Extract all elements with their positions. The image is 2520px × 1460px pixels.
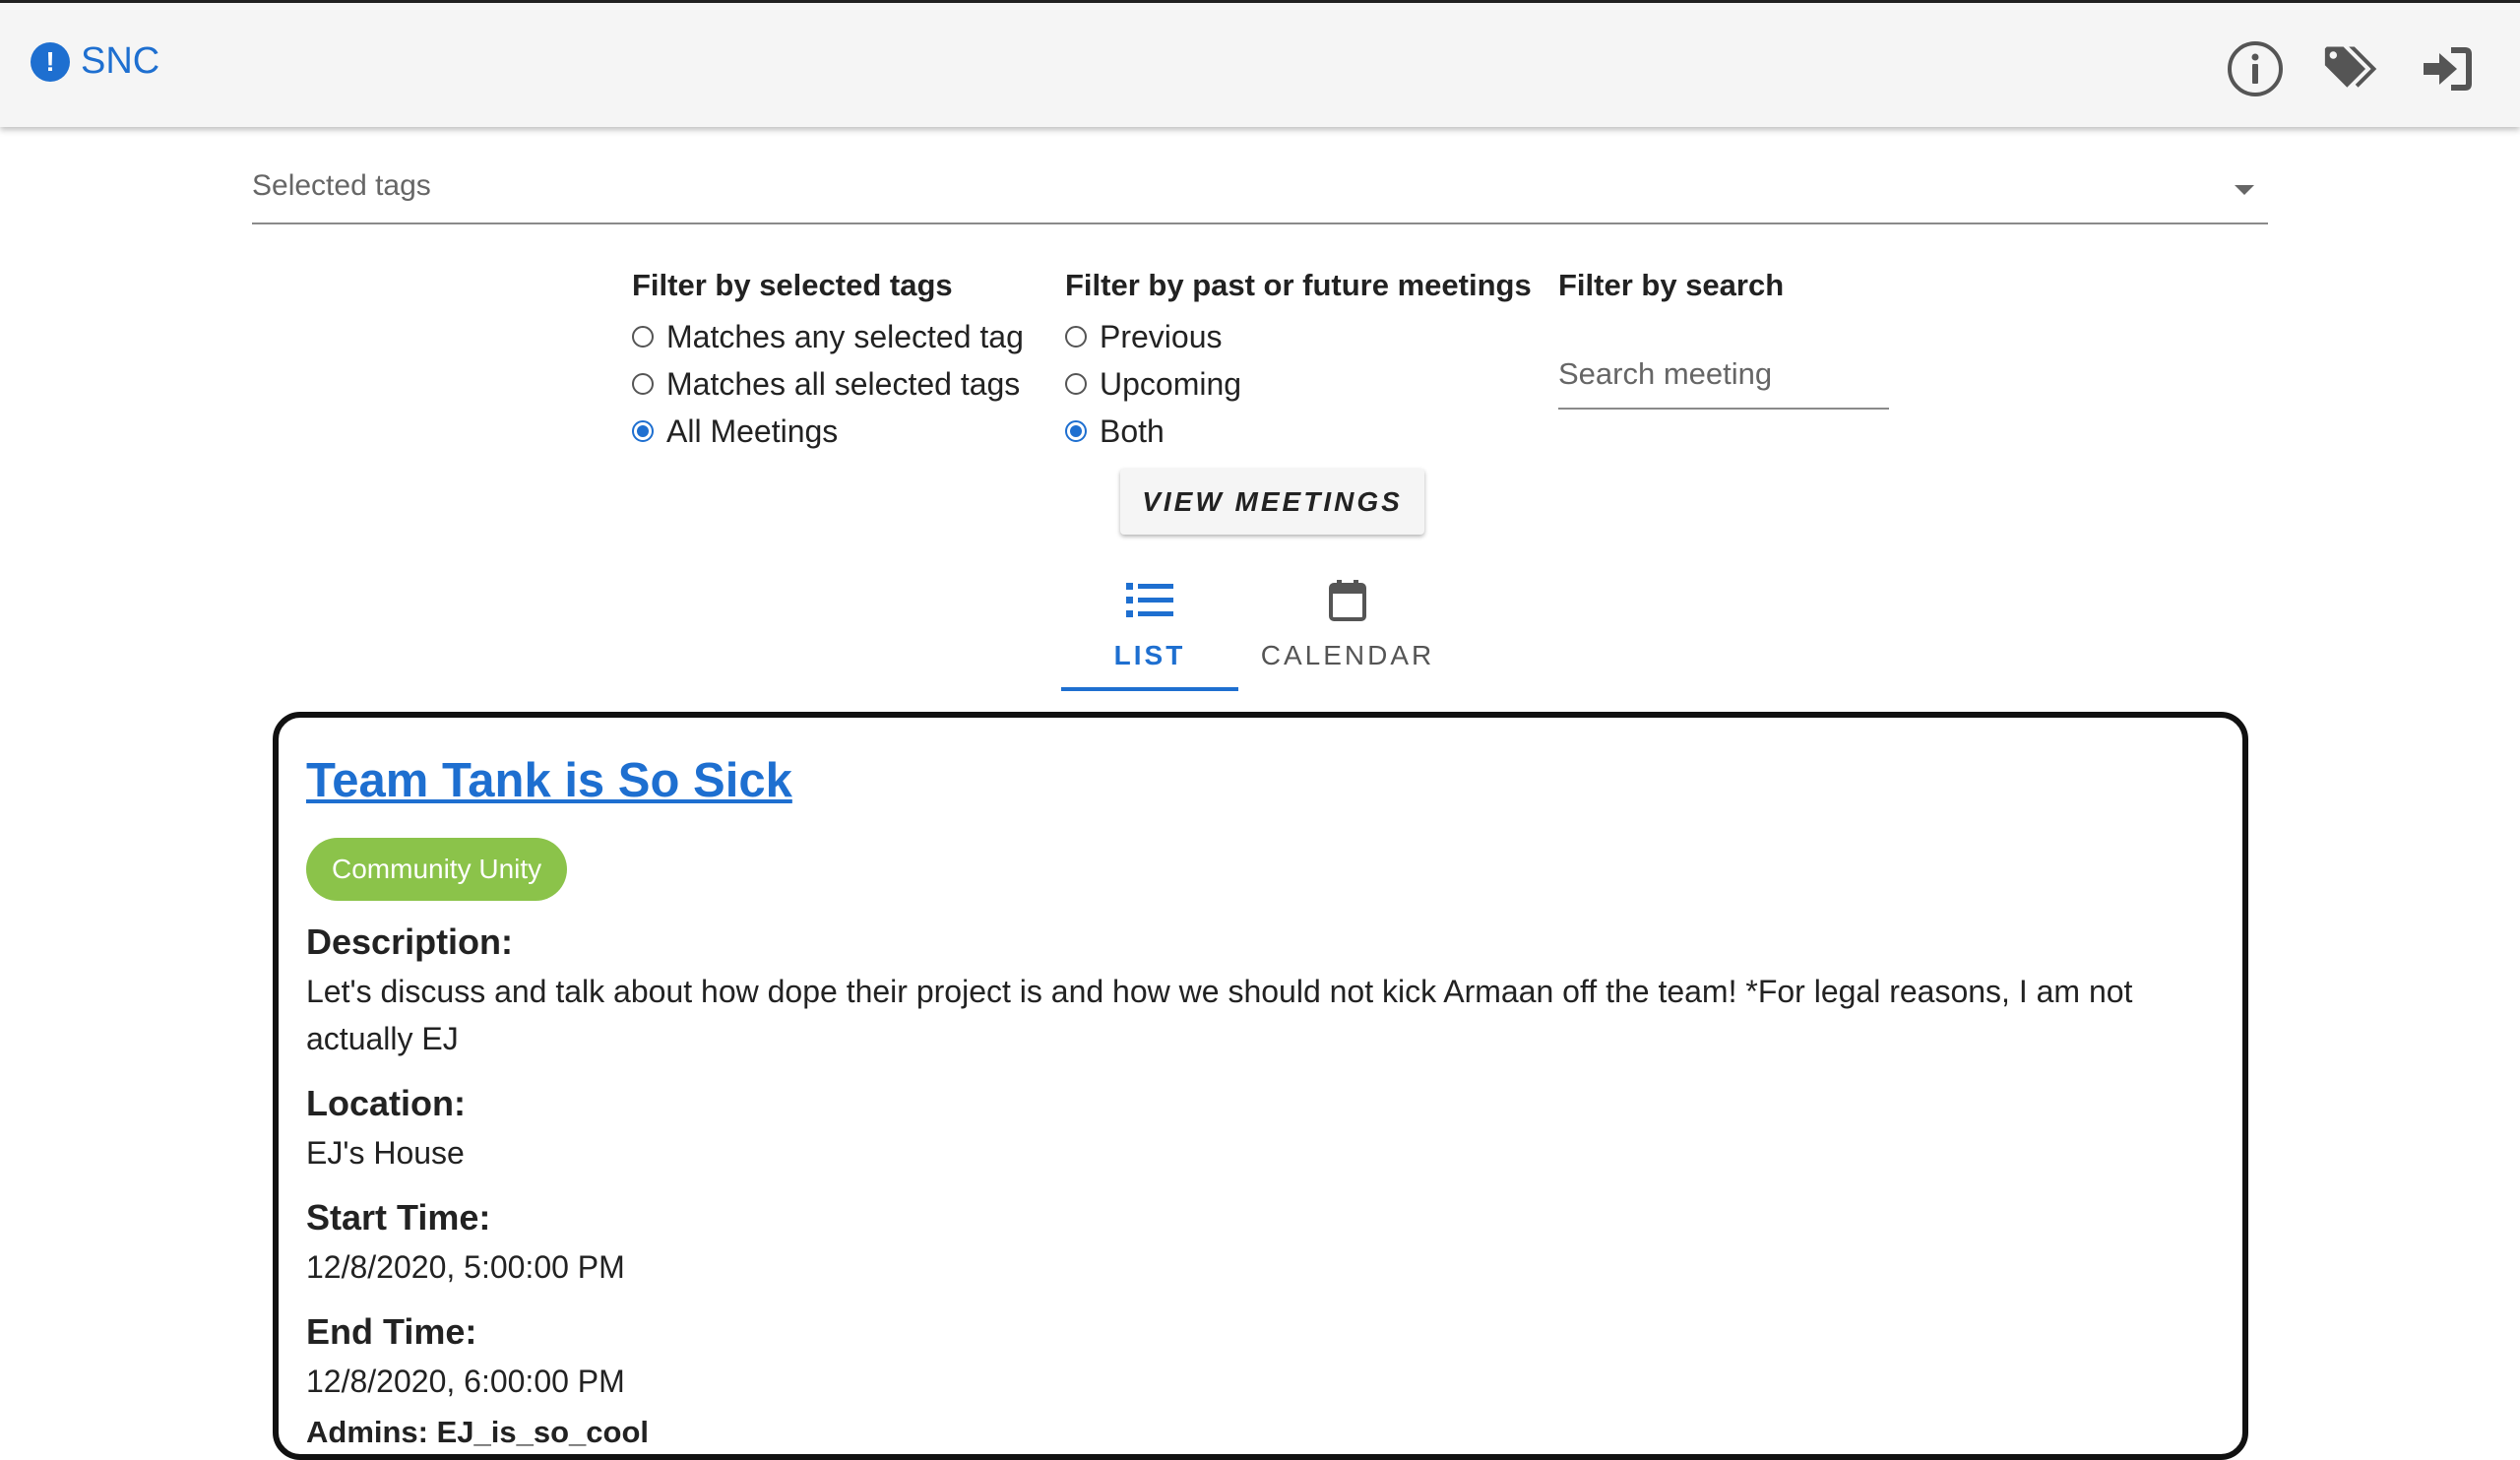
- filter-time-title: Filter by past or future meetings: [1065, 268, 1532, 302]
- radio-matches-any[interactable]: Matches any selected tag: [632, 313, 1024, 360]
- radio-label: Upcoming: [1100, 365, 1242, 402]
- selected-tags-select[interactable]: Selected tags: [252, 156, 2268, 224]
- tab-list-label: LIST: [1113, 640, 1186, 670]
- location-label: Location:: [306, 1083, 466, 1123]
- search-field: [1558, 347, 1889, 410]
- login-button[interactable]: [2420, 40, 2477, 97]
- filter-tags-title: Filter by selected tags: [632, 268, 953, 302]
- radio-circle[interactable]: [632, 326, 654, 348]
- radio-previous[interactable]: Previous: [1065, 313, 1532, 360]
- search-input[interactable]: [1558, 347, 1889, 402]
- tab-calendar-label: CALENDAR: [1260, 640, 1435, 670]
- meeting-title-link[interactable]: Team Tank is So Sick: [306, 753, 792, 808]
- location-value: EJ's House: [306, 1135, 465, 1171]
- radio-label: All Meetings: [666, 413, 839, 449]
- app-bar: ! SNC: [0, 0, 2520, 127]
- list-icon: [1124, 575, 1175, 626]
- end-time-label: End Time:: [306, 1311, 477, 1352]
- start-time-label: Start Time:: [306, 1197, 491, 1238]
- end-time-value: 12/8/2020, 6:00:00 PM: [306, 1364, 625, 1399]
- radio-all-meetings[interactable]: All Meetings: [632, 408, 1024, 455]
- radio-circle[interactable]: [1065, 326, 1087, 348]
- radio-label: Previous: [1100, 318, 1223, 354]
- info-icon: [2228, 41, 2283, 96]
- radio-circle[interactable]: [632, 373, 654, 395]
- radio-label: Matches any selected tag: [666, 318, 1024, 354]
- radio-label: Both: [1100, 413, 1165, 449]
- dropdown-arrow-icon: [2235, 185, 2254, 195]
- brand-name: SNC: [81, 40, 160, 82]
- radio-circle-checked[interactable]: [1065, 420, 1087, 442]
- tag-chip[interactable]: Community Unity: [306, 838, 568, 901]
- tags-button[interactable]: [2323, 40, 2380, 97]
- meeting-card: Team Tank is So Sick Community Unity Des…: [273, 712, 2248, 1460]
- radio-circle[interactable]: [1065, 373, 1087, 395]
- calendar-icon: [1328, 575, 1367, 626]
- brand-link[interactable]: ! SNC: [31, 40, 159, 83]
- radio-matches-all[interactable]: Matches all selected tags: [632, 360, 1024, 408]
- radio-circle-checked[interactable]: [632, 420, 654, 442]
- tags-icon: [2324, 46, 2377, 88]
- radio-upcoming[interactable]: Upcoming: [1065, 360, 1532, 408]
- description-value: Let's discuss and talk about how dope th…: [306, 974, 2133, 1056]
- radio-both[interactable]: Both: [1065, 408, 1532, 455]
- alert-circle-icon: !: [31, 41, 70, 82]
- radio-label: Matches all selected tags: [666, 365, 1021, 402]
- tab-calendar[interactable]: CALENDAR: [1258, 571, 1437, 691]
- login-icon: [2424, 47, 2472, 91]
- admins-text: Admins: EJ_is_so_cool: [306, 1415, 650, 1449]
- tab-list[interactable]: LIST: [1061, 571, 1238, 691]
- description-label: Description:: [306, 921, 514, 962]
- info-button[interactable]: [2227, 40, 2284, 97]
- filter-search-group: Filter by search: [1558, 268, 1784, 313]
- selected-tags-label: Selected tags: [252, 169, 431, 202]
- start-time-value: 12/8/2020, 5:00:00 PM: [306, 1249, 625, 1285]
- filter-search-title: Filter by search: [1558, 268, 1785, 302]
- filter-time-group: Filter by past or future meetings Previo…: [1065, 268, 1532, 455]
- app-bar-actions: [2227, 40, 2477, 97]
- filter-tags-group: Filter by selected tags Matches any sele…: [632, 268, 1024, 455]
- view-meetings-button[interactable]: VIEW MEETINGS: [1120, 469, 1424, 535]
